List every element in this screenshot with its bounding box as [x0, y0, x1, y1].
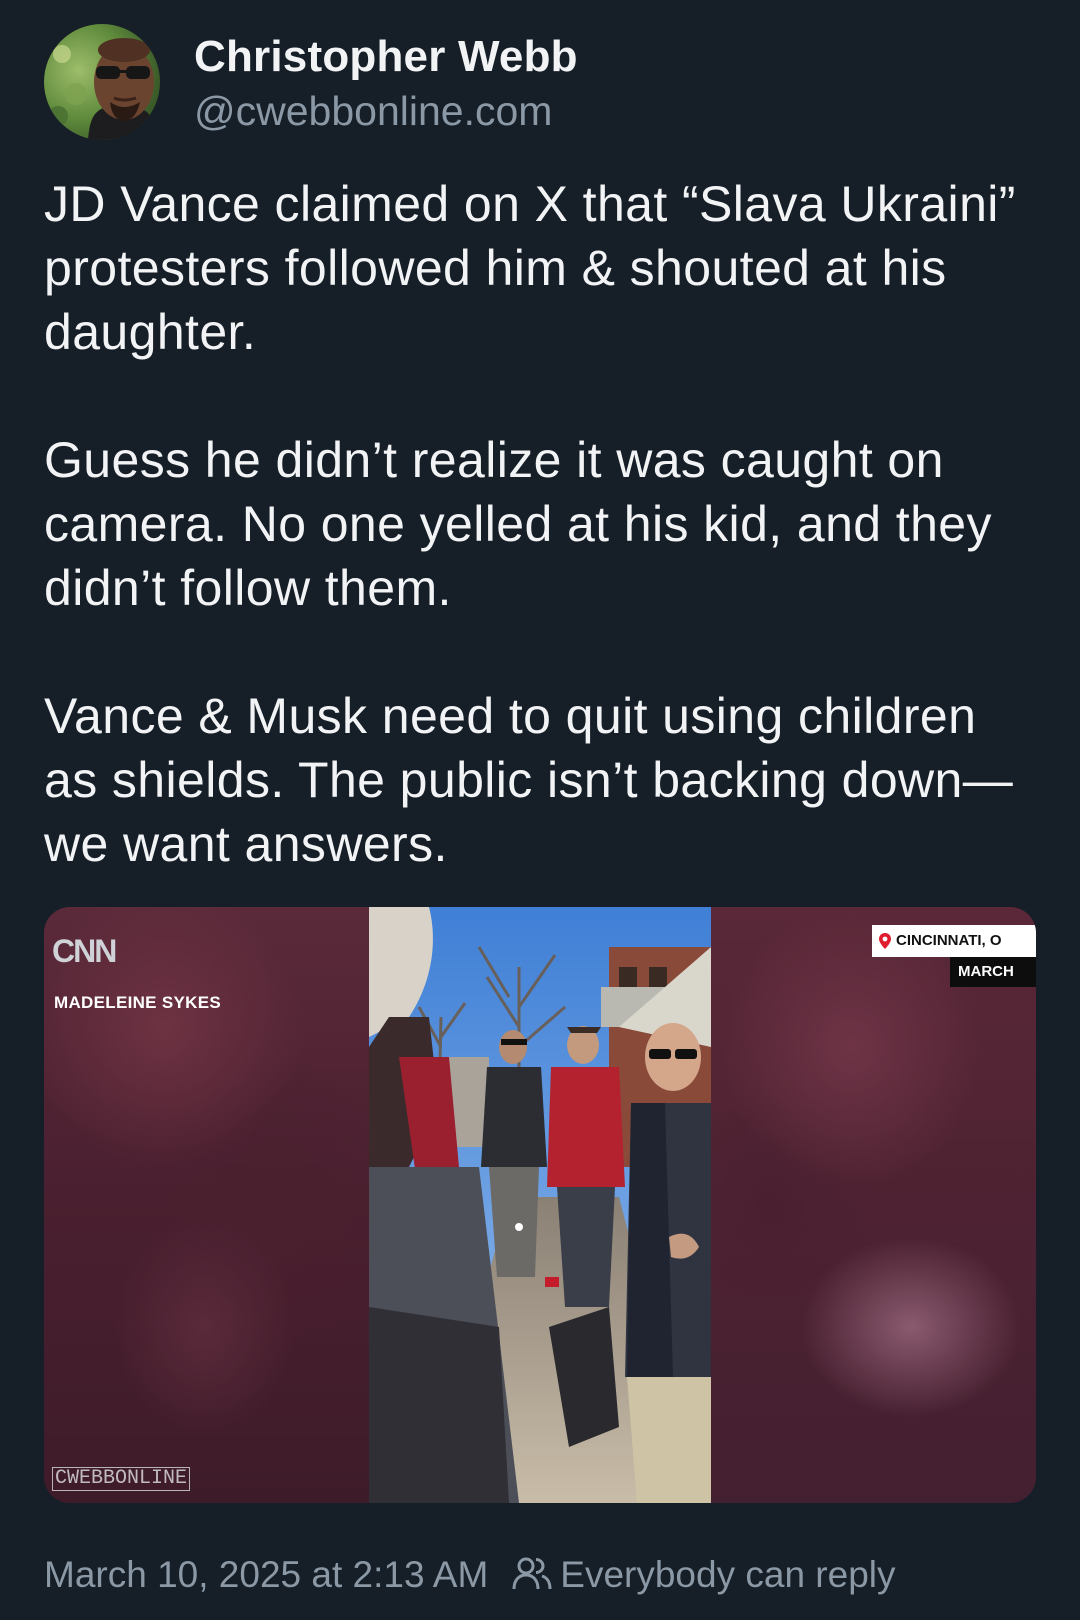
author-avatar[interactable]: [44, 24, 160, 140]
people-icon: [512, 1557, 552, 1590]
author-display-name[interactable]: Christopher Webb: [194, 30, 578, 84]
blurred-video-right: [711, 907, 1036, 1503]
post-paragraph: Guess he didn’t realize it was caught on…: [44, 432, 992, 616]
location-label: CINCINNATI, O: [896, 932, 1002, 949]
watermark: CWEBBONLINE: [52, 1467, 191, 1491]
post-header: Christopher Webb @cwebbonline.com: [44, 24, 1034, 142]
date-tag: MARCH: [950, 957, 1036, 987]
avatar-photo: [44, 24, 160, 140]
reporter-credit: MADELEINE SYKES: [54, 993, 221, 1012]
network-logo: CNN: [52, 933, 117, 969]
post-body: JD Vance claimed on X that “Slava Ukrain…: [44, 172, 1034, 876]
author-names: Christopher Webb @cwebbonline.com: [194, 30, 578, 136]
video-thumbnail[interactable]: CNN MADELEINE SYKES CWEBBONLINE CINCINNA…: [44, 907, 1036, 1503]
author-handle[interactable]: @cwebbonline.com: [194, 86, 578, 136]
video-frame-scene: [369, 907, 711, 1503]
post-paragraph: Vance & Musk need to quit using children…: [44, 688, 1014, 872]
location-tag: CINCINNATI, O: [872, 925, 1036, 957]
map-pin-icon: [879, 933, 891, 950]
reply-setting[interactable]: Everybody can reply: [560, 1554, 895, 1595]
post-timestamp[interactable]: March 10, 2025 at 2:13 AM: [44, 1554, 488, 1595]
post-paragraph: JD Vance claimed on X that “Slava Ukrain…: [44, 176, 1016, 360]
post-footer: March 10, 2025 at 2:13 AM Everybody can …: [44, 1548, 1034, 1602]
street-scene-image: [369, 907, 711, 1503]
